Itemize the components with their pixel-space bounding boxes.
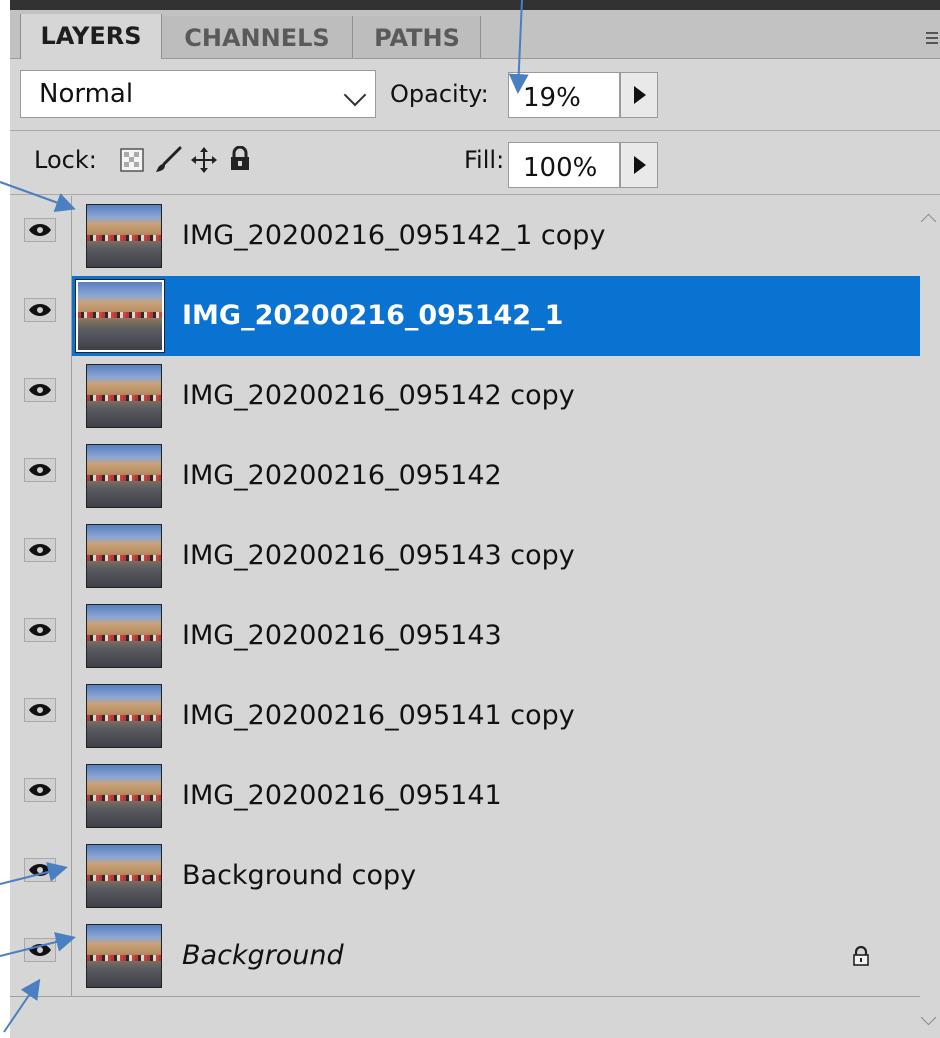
eye-icon xyxy=(24,458,56,482)
eye-icon xyxy=(24,618,56,642)
layer-row[interactable]: Background copy xyxy=(10,836,920,917)
layer-thumbnail xyxy=(86,684,162,748)
visibility-toggle[interactable] xyxy=(10,436,72,516)
layer-thumbnail xyxy=(86,444,162,508)
eye-icon xyxy=(24,938,56,962)
move-icon[interactable] xyxy=(190,146,218,178)
fill-slider-button[interactable] xyxy=(620,142,658,188)
visibility-toggle[interactable] xyxy=(10,516,72,596)
layer-thumbnail xyxy=(86,204,162,268)
visibility-toggle[interactable] xyxy=(10,676,72,756)
layer-row[interactable]: IMG_20200216_095142 xyxy=(10,436,920,517)
panel-menu-icon[interactable] xyxy=(926,32,938,47)
checker-icon[interactable] xyxy=(120,148,144,176)
layer-name: IMG_20200216_095141 xyxy=(182,780,502,811)
fill-input[interactable]: 100% xyxy=(508,142,620,188)
layer-thumbnail xyxy=(86,844,162,908)
visibility-toggle[interactable] xyxy=(10,836,72,916)
tab-layers[interactable]: LAYERS xyxy=(20,14,162,59)
layer-thumbnail xyxy=(86,364,162,428)
scroll-up-icon[interactable] xyxy=(920,213,937,230)
layer-row[interactable]: Background xyxy=(10,916,920,997)
layer-thumbnail xyxy=(86,604,162,668)
layer-row[interactable]: IMG_20200216_095142 copy xyxy=(10,356,920,437)
layer-row[interactable]: IMG_20200216_095142_1 copy xyxy=(10,196,920,277)
layer-name: IMG_20200216_095142 copy xyxy=(182,380,575,411)
blend-mode-value: Normal xyxy=(39,79,134,109)
tab-channels[interactable]: CHANNELS xyxy=(162,16,353,58)
layer-name: Background copy xyxy=(182,860,417,891)
eye-icon xyxy=(24,538,56,562)
eye-icon xyxy=(24,778,56,802)
tab-paths[interactable]: PATHS xyxy=(354,16,481,58)
layer-thumbnail xyxy=(75,279,165,353)
opacity-input[interactable]: 19% xyxy=(508,72,620,118)
layer-row-selected[interactable]: IMG_20200216_095142_1 xyxy=(10,276,920,357)
layer-name: IMG_20200216_095143 xyxy=(182,620,502,651)
layer-row[interactable]: IMG_20200216_095143 xyxy=(10,596,920,677)
opacity-label: Opacity: xyxy=(390,80,489,108)
lock-icon[interactable] xyxy=(228,145,252,176)
visibility-toggle[interactable] xyxy=(10,356,72,436)
chevron-down-icon xyxy=(343,83,367,107)
layer-lock-icon xyxy=(852,945,870,970)
divider xyxy=(10,194,940,195)
layer-row[interactable]: IMG_20200216_095141 copy xyxy=(10,676,920,757)
panel-tabs: LAYERS CHANNELS PATHS xyxy=(10,10,940,59)
layer-thumbnail xyxy=(86,764,162,828)
layer-thumbnail xyxy=(86,924,162,988)
opacity-value: 19% xyxy=(523,83,581,113)
visibility-toggle[interactable] xyxy=(10,196,72,276)
layers-panel: LAYERS CHANNELS PATHS Normal Opacity: 19… xyxy=(10,0,940,1038)
eye-icon xyxy=(24,218,56,242)
layer-name: IMG_20200216_095142_1 xyxy=(182,300,564,331)
opacity-slider-button[interactable] xyxy=(620,72,658,118)
eye-icon xyxy=(24,378,56,402)
layer-thumbnail xyxy=(86,524,162,588)
layer-name: IMG_20200216_095142 xyxy=(182,460,502,491)
lock-label: Lock: xyxy=(34,146,97,174)
eye-icon xyxy=(24,698,56,722)
divider xyxy=(10,130,940,131)
blend-mode-select[interactable]: Normal xyxy=(20,70,376,118)
visibility-toggle[interactable] xyxy=(10,756,72,836)
brush-icon[interactable] xyxy=(154,146,182,178)
visibility-toggle[interactable] xyxy=(10,276,72,356)
layer-name: IMG_20200216_095141 copy xyxy=(182,700,575,731)
eye-icon xyxy=(24,858,56,882)
fill-value: 100% xyxy=(523,153,598,183)
layer-name: Background xyxy=(182,940,344,971)
visibility-toggle[interactable] xyxy=(10,596,72,676)
scroll-down-icon[interactable] xyxy=(920,1009,937,1026)
visibility-toggle[interactable] xyxy=(10,916,72,996)
fill-label: Fill: xyxy=(464,146,505,174)
layer-row[interactable]: IMG_20200216_095141 xyxy=(10,756,920,837)
layer-name: IMG_20200216_095142_1 copy xyxy=(182,220,606,251)
layer-list: IMG_20200216_095142_1 copy IMG_20200216_… xyxy=(10,196,920,1038)
panel-title-bar xyxy=(10,0,940,10)
layer-row[interactable]: IMG_20200216_095143 copy xyxy=(10,516,920,597)
eye-icon xyxy=(24,298,56,322)
layer-name: IMG_20200216_095143 copy xyxy=(182,540,575,571)
